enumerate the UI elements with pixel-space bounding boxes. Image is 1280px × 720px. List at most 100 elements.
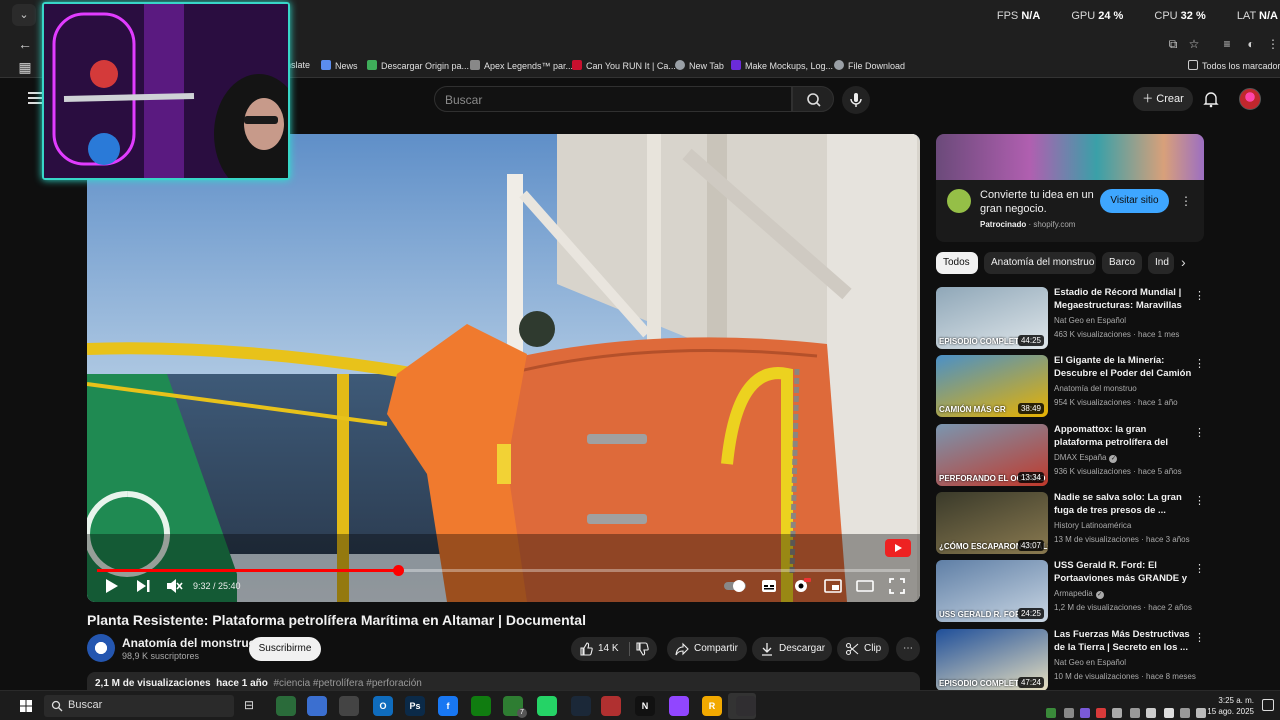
visit-site-button[interactable]: Visitar sitio — [1100, 189, 1169, 213]
recommended-video[interactable]: EPISODIO COMPLETO 47:24 Las Fuerzas Más De… — [936, 629, 1205, 693]
subtitles-icon[interactable] — [759, 576, 779, 596]
chip-ind[interactable]: Ind — [1148, 252, 1174, 274]
chip-todos[interactable]: Todos — [936, 252, 978, 274]
search-button[interactable] — [792, 86, 834, 112]
facebook-app-icon[interactable]: f — [438, 696, 458, 716]
theater-mode-icon[interactable] — [855, 576, 875, 596]
recommended-video[interactable]: CAMIÓN MÁS GR 38:49 El Gigante de la Miner… — [936, 355, 1205, 419]
bookmark-file-download[interactable]: File Download — [834, 60, 905, 71]
video-title[interactable]: Nadie se salva solo: La gran fuga de tre… — [1054, 492, 1192, 517]
video-player[interactable]: 9:32 / 25:40 — [87, 134, 920, 602]
notifications-bell-icon[interactable] — [1202, 90, 1220, 108]
apps-grid-icon[interactable]: ▦ — [15, 57, 35, 77]
bookmark-star-icon[interactable]: ☆ — [1185, 35, 1203, 53]
bookmark-new-tab[interactable]: New Tab — [675, 60, 724, 71]
recommended-video[interactable]: PERFORANDO EL OCÉANO 13:34 Appomattox: la … — [936, 424, 1205, 488]
reading-list-icon[interactable]: ≡ — [1218, 35, 1236, 53]
subscribe-button[interactable]: Suscribirme — [249, 637, 321, 661]
search-input[interactable]: Buscar — [434, 86, 792, 112]
recommended-video[interactable]: USS GERALD R. FORD 24:25 USS Gerald R. For… — [936, 560, 1205, 624]
install-app-icon[interactable]: ⧉ — [1164, 35, 1182, 53]
video-thumbnail[interactable]: CAMIÓN MÁS GR 38:49 — [936, 355, 1048, 417]
network-icon[interactable] — [1164, 708, 1174, 718]
hamburger-menu-icon[interactable] — [28, 92, 42, 104]
subscribe-watermark-icon[interactable] — [885, 539, 911, 559]
more-options-icon[interactable]: ⋮ — [1194, 357, 1205, 370]
headset-icon[interactable] — [1064, 708, 1074, 718]
discord-icon[interactable] — [1080, 708, 1090, 718]
thumbs-down-icon[interactable] — [635, 642, 649, 656]
whatsapp-app-icon[interactable] — [537, 696, 557, 716]
miniplayer-icon[interactable] — [823, 576, 843, 596]
video-title[interactable]: Estadio de Récord Mundial | Megaestructu… — [1054, 287, 1192, 313]
windows-start-icon[interactable] — [20, 700, 32, 712]
video-channel[interactable]: Nat Geo en Español — [1054, 316, 1126, 325]
hashtags[interactable]: #ciencia #petrolífera #perforación — [273, 678, 421, 689]
channel-name[interactable]: Anatomía del monstruo — [122, 636, 256, 650]
user-avatar[interactable] — [1239, 88, 1261, 110]
more-options-icon[interactable]: ⋮ — [1194, 426, 1205, 439]
address-bar[interactable] — [290, 32, 1240, 54]
outlook-app-icon[interactable]: O — [373, 696, 393, 716]
bookmark-canyourunit[interactable]: Can You RUN It | Ca... — [572, 60, 676, 71]
voicemeeter-app-icon[interactable] — [601, 696, 621, 716]
chevron-right-icon[interactable]: › — [1181, 254, 1186, 270]
progress-bar[interactable] — [97, 565, 910, 576]
video-title[interactable]: El Gigante de la Minería: Descubre el Po… — [1054, 355, 1192, 381]
netflix-app-icon[interactable]: N — [635, 696, 655, 716]
twitch-app-icon[interactable] — [669, 696, 689, 716]
camera-app-icon[interactable] — [339, 696, 359, 716]
tray-app-icon[interactable] — [1046, 708, 1056, 718]
steam-app-icon[interactable] — [571, 696, 591, 716]
clip-button[interactable]: Clip — [837, 637, 889, 661]
bookmark-news[interactable]: News — [321, 60, 358, 71]
task-view-icon[interactable]: ⊟ — [244, 698, 254, 712]
fullscreen-icon[interactable] — [887, 576, 907, 596]
tab-search-button[interactable]: ⌄ — [12, 4, 36, 26]
ad-more-icon[interactable]: ⋮ — [1180, 194, 1192, 208]
tray-app-icon-2[interactable] — [1096, 708, 1106, 718]
video-channel[interactable]: History Latinoamérica — [1054, 521, 1131, 530]
photoshop-app-icon[interactable]: Ps — [405, 696, 425, 716]
progress-scrubber[interactable] — [392, 565, 404, 576]
video-channel[interactable]: Armapedia ✓ — [1054, 589, 1104, 599]
download-button[interactable]: Descargar — [752, 637, 832, 661]
tray-icon[interactable] — [1196, 708, 1206, 718]
bookmark-apex[interactable]: Apex Legends™ par... — [470, 60, 573, 71]
ad-banner-image[interactable] — [936, 134, 1204, 180]
recommended-video[interactable]: ¿CÓMO ESCAPARON DE ALCATRAZ?43:07Nadie s… — [936, 492, 1205, 556]
channel-avatar[interactable] — [87, 634, 115, 662]
share-button[interactable]: Compartir — [667, 637, 747, 661]
store-app-icon[interactable] — [307, 696, 327, 716]
sponsored-ad[interactable]: Convierte tu idea en un gran negocio. Pa… — [936, 134, 1204, 242]
video-thumbnail[interactable]: PERFORANDO EL OCÉANO 13:34 — [936, 424, 1048, 486]
video-thumbnail[interactable]: EPISODIO COMPLETO 44:25 — [936, 287, 1048, 349]
bookmark-origin[interactable]: Descargar Origin pa... — [367, 60, 469, 71]
bookmark-mockups[interactable]: Make Mockups, Log... — [731, 60, 833, 71]
video-channel[interactable]: Anatomía del monstruo — [1054, 384, 1137, 393]
system-clock[interactable]: 3:25 a. m. 15 ago. 2025 — [1207, 695, 1254, 717]
taskbar-search[interactable]: Buscar — [44, 695, 234, 717]
profile-icon[interactable]: ◐ — [1242, 35, 1260, 53]
volume-icon[interactable] — [1146, 708, 1156, 718]
chip-anatomia[interactable]: Anatomía del monstruo — [984, 252, 1096, 274]
autoplay-toggle-icon[interactable] — [723, 576, 747, 596]
voice-search-button[interactable] — [842, 86, 870, 114]
video-title[interactable]: USS Gerald R. Ford: El Portaaviones más … — [1054, 560, 1192, 586]
play-icon[interactable] — [101, 576, 121, 596]
video-thumbnail[interactable]: USS GERALD R. FORD 24:25 — [936, 560, 1048, 622]
more-options-icon[interactable]: ⋮ — [1194, 562, 1205, 575]
video-channel[interactable]: DMAX España ✓ — [1054, 453, 1118, 463]
back-arrow-icon[interactable]: ← — [15, 34, 35, 54]
more-actions-button[interactable]: ⋯ — [896, 637, 920, 661]
chip-barco[interactable]: Barco — [1102, 252, 1142, 274]
notification-center-icon[interactable] — [1262, 699, 1274, 711]
all-bookmarks-folder[interactable]: Todos los marcadores — [1188, 60, 1280, 71]
muted-volume-icon[interactable] — [164, 576, 184, 596]
more-options-icon[interactable]: ⋮ — [1194, 494, 1205, 507]
chrome-app-icon[interactable] — [276, 696, 296, 716]
more-options-icon[interactable]: ⋮ — [1194, 289, 1205, 302]
recommended-video[interactable]: EPISODIO COMPLETO 44:25 Estadio de Récord … — [936, 287, 1205, 351]
bluetooth-icon[interactable] — [1130, 708, 1140, 718]
more-options-icon[interactable]: ⋮ — [1194, 631, 1205, 644]
